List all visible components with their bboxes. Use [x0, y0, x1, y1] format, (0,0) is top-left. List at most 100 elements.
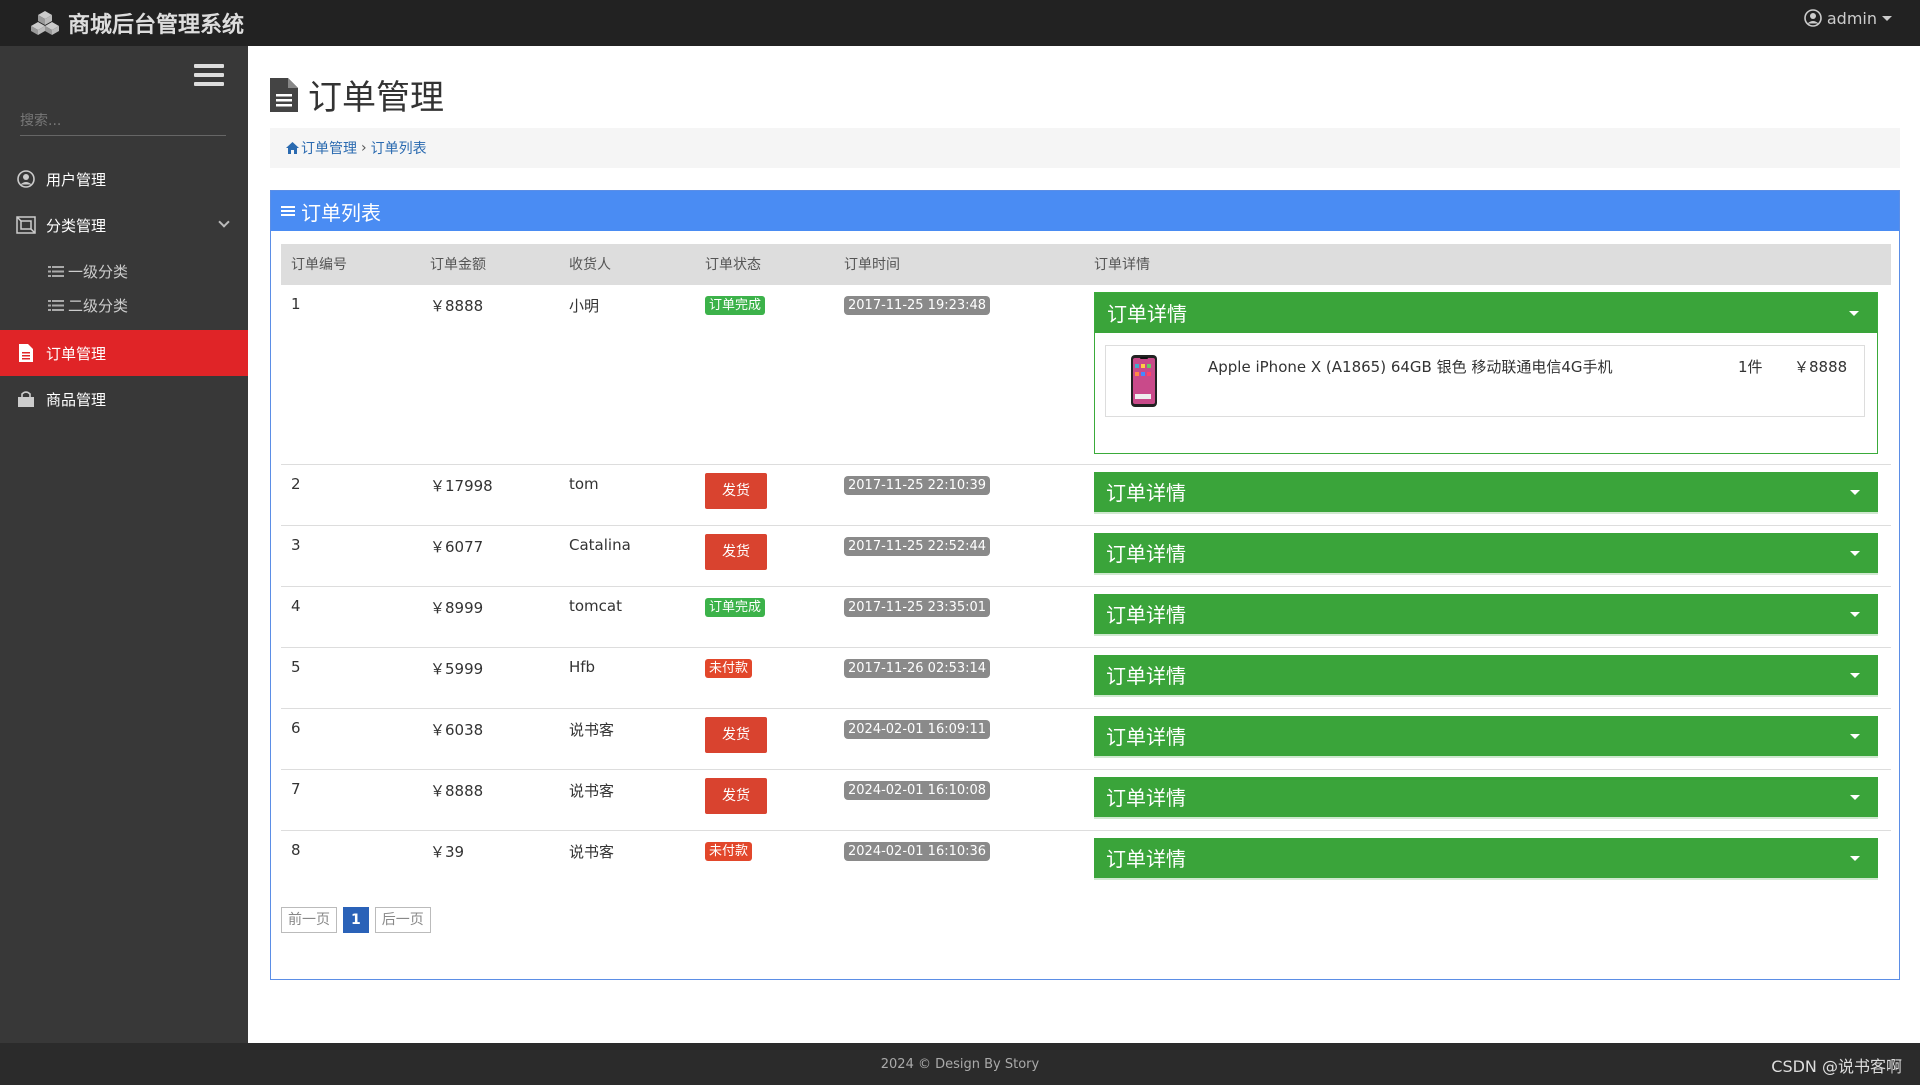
page-title: 订单管理: [270, 70, 444, 119]
ship-button[interactable]: 发货: [705, 777, 767, 814]
item-quantity: 1件: [1738, 357, 1763, 376]
ship-button[interactable]: 发货: [705, 716, 767, 753]
order-status-cell: 未付款: [695, 646, 834, 708]
breadcrumb-link-orders[interactable]: 订单管理: [301, 138, 357, 158]
order-receiver-cell: 小明: [559, 283, 695, 464]
caret-down-icon: [1849, 310, 1859, 316]
caret-down-icon: [1850, 489, 1860, 495]
order-detail-collapse: 订单详情: [1094, 654, 1878, 697]
order-status-cell: 发货: [695, 768, 834, 830]
table-row: 5 ￥5999 Hfb 未付款 2017-11-26 02:53:14 订单详情: [281, 646, 1891, 708]
order-receiver-cell: 说书客: [559, 707, 695, 769]
list-icon: [48, 299, 64, 311]
order-amount-cell: ￥17998: [420, 463, 559, 525]
orders-table: 订单编号 订单金额 收货人 订单状态 订单时间 订单详情 1 ￥8888 小明 订单完…: [281, 244, 1891, 891]
order-status-cell: 发货: [695, 707, 834, 769]
order-detail-label: 订单详情: [1107, 302, 1187, 326]
order-id-cell: 8: [281, 829, 420, 891]
chevron-down-icon: [218, 216, 230, 228]
page-1-button[interactable]: 1: [343, 907, 369, 933]
status-badge: 未付款: [705, 841, 753, 861]
caret-down-icon: [1850, 794, 1860, 800]
user-menu[interactable]: admin: [1804, 0, 1892, 36]
order-detail-toggle[interactable]: 订单详情: [1094, 837, 1878, 878]
pagination: 前一页 1 后一页: [281, 907, 431, 933]
column-header: 订单状态: [705, 256, 761, 273]
order-status-cell: 发货: [695, 463, 834, 525]
order-detail-collapse: 订单详情: [1094, 532, 1878, 575]
order-detail-toggle[interactable]: 订单详情: [1094, 776, 1878, 817]
order-amount-cell: ￥6038: [420, 707, 559, 769]
status-badge: 订单完成: [705, 597, 766, 617]
order-detail-cell: 订单详情: [1084, 463, 1891, 525]
order-detail-toggle[interactable]: 订单详情: [1094, 654, 1878, 695]
order-detail-toggle[interactable]: 订单详情: [1094, 593, 1878, 634]
footer-text: 2024 © Design By Story: [880, 1056, 1040, 1072]
ship-button[interactable]: 发货: [705, 533, 767, 570]
next-page-button[interactable]: 后一页: [374, 907, 431, 933]
order-amount-cell: ￥8888: [420, 768, 559, 830]
order-detail-cell: 订单详情: [1084, 646, 1891, 708]
order-status-cell: 未付款: [695, 829, 834, 891]
brand[interactable]: 商城后台管理系统: [30, 0, 244, 46]
table-row: 7 ￥8888 说书客 发货 2024-02-01 16:10:08 订单详情: [281, 768, 1891, 830]
order-detail-collapse: 订单详情 Apple iPhone X (A1865) 64GB 银色 移动联通电…: [1094, 291, 1878, 454]
order-time-cell: 2017-11-25 22:52:44: [834, 524, 1084, 586]
brand-title: 商城后台管理系统: [68, 13, 245, 38]
column-header: 订单编号: [291, 256, 347, 273]
order-id-cell: 4: [281, 585, 420, 647]
order-detail-collapse: 订单详情: [1094, 776, 1878, 819]
order-detail-cell: 订单详情: [1084, 768, 1891, 830]
footer: 2024 © Design By Story: [0, 1043, 1920, 1085]
order-detail-body: Apple iPhone X (A1865) 64GB 银色 移动联通电信4G手…: [1095, 332, 1877, 453]
breadcrumb-separator: ›: [361, 140, 367, 156]
caret-down-icon: [1882, 15, 1892, 21]
column-header: 订单详情: [1094, 256, 1150, 273]
order-receiver-cell: Catalina: [559, 524, 695, 586]
column-header: 订单金额: [430, 256, 486, 273]
order-detail-collapse: 订单详情: [1094, 471, 1878, 514]
sidebar-item-orders[interactable]: 订单管理: [0, 330, 248, 376]
order-time-cell: 2017-11-25 23:35:01: [834, 585, 1084, 647]
order-id-cell: 7: [281, 768, 420, 830]
order-detail-toggle[interactable]: 订单详情: [1095, 292, 1877, 333]
user-circle-icon: [1804, 9, 1822, 27]
sidebar-subitem-level1[interactable]: 一级分类: [0, 254, 248, 288]
order-time-cell: 2017-11-25 19:23:48: [834, 283, 1084, 464]
time-badge: 2024-02-01 16:09:11: [844, 719, 991, 739]
sidebar-item-users[interactable]: 用户管理: [0, 156, 248, 202]
sidebar-item-products[interactable]: 商品管理: [0, 376, 248, 422]
table-row: 2 ￥17998 tom 发货 2017-11-25 22:10:39 订单详情: [281, 463, 1891, 525]
sidebar-item-category[interactable]: 分类管理: [0, 202, 248, 248]
menu-toggle-icon[interactable]: [194, 64, 224, 88]
order-detail-cell: 订单详情: [1084, 524, 1891, 586]
table-row: 6 ￥6038 说书客 发货 2024-02-01 16:09:11 订单详情: [281, 707, 1891, 769]
order-status-cell: 订单完成: [695, 283, 834, 464]
file-icon: [270, 77, 298, 112]
order-amount-cell: ￥8999: [420, 585, 559, 647]
breadcrumb-link-order-list[interactable]: 订单列表: [371, 138, 427, 158]
sidebar-item-label: 用户管理: [46, 170, 107, 189]
home-icon: [286, 142, 299, 154]
order-detail-cell: 订单详情: [1084, 585, 1891, 647]
phone-image-icon: [1131, 354, 1157, 407]
order-detail-toggle[interactable]: 订单详情: [1094, 532, 1878, 573]
main-content: 订单管理 订单管理 › 订单列表 订单列表 订单编号 订单金额 收货人 订单状态…: [248, 46, 1920, 1043]
order-detail-collapse: 订单详情: [1094, 593, 1878, 636]
file-icon: [16, 343, 36, 363]
bars-icon: [281, 206, 295, 216]
order-amount-cell: ￥8888: [420, 283, 559, 464]
order-detail-toggle[interactable]: 订单详情: [1094, 715, 1878, 756]
prev-page-button[interactable]: 前一页: [281, 907, 337, 933]
order-id-cell: 6: [281, 707, 420, 769]
order-detail-toggle[interactable]: 订单详情: [1094, 471, 1878, 512]
time-badge: 2024-02-01 16:10:08: [844, 780, 991, 800]
sidebar-search-input[interactable]: [20, 106, 226, 136]
sidebar-nav: 用户管理 分类管理 一级分类 二级分类 订单管理 商品管理: [0, 156, 248, 422]
caret-down-icon: [1850, 855, 1860, 861]
order-status-cell: 订单完成: [695, 585, 834, 647]
column-header: 收货人: [569, 256, 611, 273]
user-circle-icon: [16, 169, 36, 189]
sidebar-subitem-level2[interactable]: 二级分类: [0, 288, 248, 322]
ship-button[interactable]: 发货: [705, 472, 767, 509]
